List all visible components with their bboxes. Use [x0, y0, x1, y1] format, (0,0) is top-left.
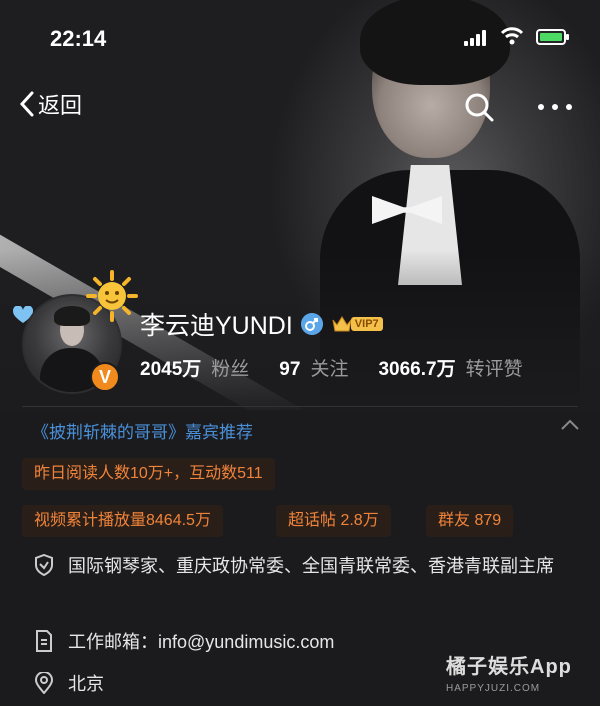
followers-count[interactable]: 2045万: [140, 354, 201, 381]
following-count[interactable]: 97: [279, 359, 300, 381]
info-title: 国际钢琴家、重庆政协常委、全国青联常委、香港青联副主席: [68, 556, 554, 576]
info-title-row: 国际钢琴家、重庆政协常委、全国青联常委、香港青联副主席: [34, 550, 568, 582]
name-row: 李云迪YUNDI VIP7: [140, 306, 383, 342]
location-pin-icon: [34, 672, 54, 694]
document-icon: [36, 630, 52, 652]
vip-crown-icon: [332, 316, 352, 332]
more-icon[interactable]: [538, 104, 572, 112]
read-stats-tag[interactable]: 昨日阅读人数10万+，互动数511: [22, 458, 275, 490]
video-plays-tag[interactable]: 视频累计播放量8464.5万: [22, 505, 223, 537]
battery-icon: [536, 29, 569, 45]
profile-stats: 2045万 粉丝 97 关注 3066.7万 转评赞: [140, 354, 523, 381]
watermark: 橘子娱乐App HAPPYJUZI.COM: [446, 650, 572, 694]
status-time: 22:14: [50, 26, 107, 51]
back-label: 返回: [38, 93, 83, 118]
sun-icon: [86, 270, 138, 322]
watermark-title: 橘子娱乐App: [446, 656, 572, 678]
chevron-up-icon[interactable]: [560, 418, 580, 432]
search-icon[interactable]: [464, 92, 494, 122]
verified-badge: V: [90, 362, 120, 392]
watermark-url: HAPPYJUZI.COM: [446, 683, 541, 694]
super-topic-tag[interactable]: 超话帖 2.8万: [276, 505, 391, 537]
status-bar: 22:14: [0, 0, 600, 74]
vip-level: VIP7: [350, 317, 383, 331]
engagement-count[interactable]: 3066.7万: [378, 354, 455, 381]
back-chevron-icon: [19, 91, 34, 117]
show-recommend-link[interactable]: 《披荆斩棘的哥哥》嘉宾推荐: [32, 418, 253, 443]
following-label[interactable]: 关注: [310, 354, 348, 381]
signal-icon: [464, 30, 488, 46]
followers-label[interactable]: 粉丝: [211, 354, 249, 381]
back-button[interactable]: 返回: [18, 88, 82, 120]
male-icon: [300, 313, 323, 335]
divider: [22, 406, 578, 407]
wifi-icon: [500, 27, 524, 45]
vip-badge[interactable]: VIP7: [331, 315, 383, 333]
engagement-label[interactable]: 转评赞: [466, 354, 523, 381]
profile-name: 李云迪YUNDI: [140, 312, 293, 340]
group-friends-tag[interactable]: 群友 879: [426, 505, 514, 537]
shield-icon: [35, 554, 53, 576]
